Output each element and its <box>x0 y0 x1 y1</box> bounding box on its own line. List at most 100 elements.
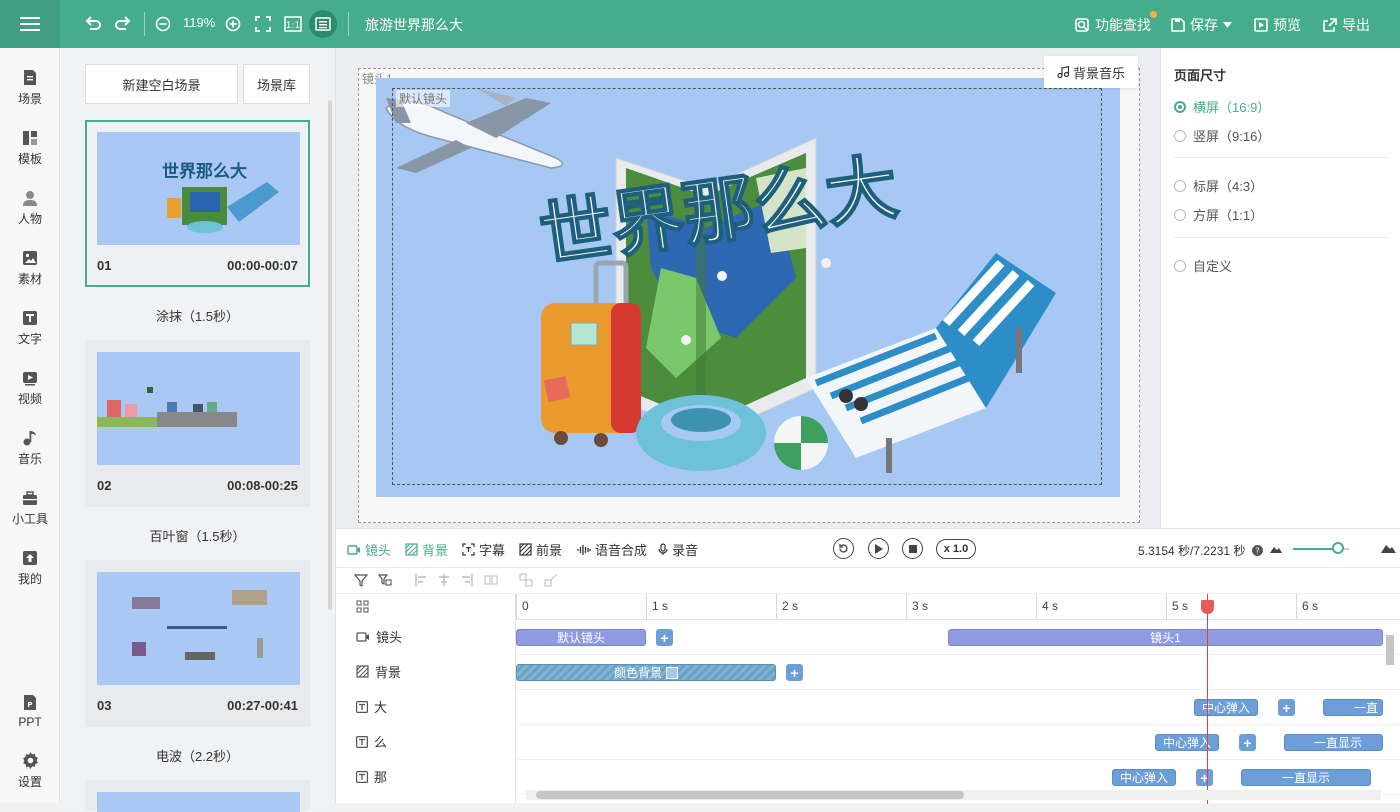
add-lens-button[interactable]: + <box>656 629 673 646</box>
export-button[interactable]: 导出 <box>1323 15 1370 35</box>
ruler-label: 6 s <box>1302 599 1319 613</box>
ungroup-icon[interactable] <box>544 573 558 587</box>
radio-square[interactable]: 方屏（1:1） <box>1174 205 1263 224</box>
ruler-label: 5 s <box>1172 599 1189 613</box>
svg-text:P: P <box>27 701 32 709</box>
add-animation-button[interactable]: + <box>1239 734 1256 751</box>
radio-label: 竖屏（9:16） <box>1193 129 1271 144</box>
nav-item-person[interactable]: 人物 <box>0 178 60 238</box>
nav-item-settings[interactable]: 设置 <box>0 741 60 801</box>
page-size-title: 页面尺寸 <box>1174 68 1227 83</box>
tab-record[interactable]: 录音 <box>658 540 698 559</box>
rewind-button[interactable] <box>833 538 854 559</box>
zoom-in-button[interactable] <box>221 12 245 36</box>
scene-transition[interactable]: 涂抹（1.5秒） <box>85 306 310 325</box>
scene-panel-scrollbar[interactable] <box>328 100 332 610</box>
align-left-icon[interactable] <box>414 573 428 587</box>
radio-landscape[interactable]: 横屏（16:9） <box>1174 97 1270 116</box>
actual-size-button[interactable]: 1:1 <box>281 12 305 36</box>
scene-card[interactable]: 03 00:27-00:41 <box>85 560 310 727</box>
filter-settings-icon[interactable] <box>378 573 392 587</box>
track-label-lens[interactable]: 镜头 <box>356 619 402 654</box>
scene-transition[interactable]: 电波（2.2秒） <box>85 746 310 765</box>
track-label-text-na[interactable]: 那 <box>356 759 387 794</box>
lens-clip-1[interactable]: 镜头1 <box>948 629 1383 646</box>
feature-search-button[interactable]: 功能查找 <box>1075 15 1151 35</box>
project-title[interactable]: 旅游世界那么大 <box>365 15 463 35</box>
tab-lens[interactable]: 镜头 <box>347 540 391 559</box>
tab-tts[interactable]: 语音合成 <box>577 540 647 559</box>
align-center-icon[interactable] <box>437 573 451 587</box>
text-clip-always-show[interactable]: 一直显示 <box>1284 734 1383 751</box>
scrollbar-thumb[interactable] <box>536 791 964 799</box>
safe-frame-button[interactable] <box>309 10 337 38</box>
group-icon[interactable] <box>519 573 533 587</box>
preview-button[interactable]: 预览 <box>1254 15 1301 35</box>
nav-item-video[interactable]: 视频 <box>0 358 60 418</box>
playhead-handle[interactable] <box>1201 600 1214 614</box>
nav-item-mine[interactable]: 我的 <box>0 538 60 598</box>
scene-transition[interactable]: 百叶窗（1.5秒） <box>85 526 310 545</box>
zoom-small-icon[interactable] <box>1270 543 1282 553</box>
nav-item-scene[interactable]: 场景 <box>0 58 60 118</box>
street-scene-thumbnail <box>97 387 237 427</box>
undo-button[interactable] <box>81 12 105 36</box>
nav-item-music[interactable]: 音乐 <box>0 418 60 478</box>
zoom-out-button[interactable] <box>151 12 175 36</box>
help-icon[interactable]: ? <box>1251 545 1263 556</box>
timeline-horizontal-scrollbar[interactable] <box>526 790 1381 800</box>
nav-item-template[interactable]: 模板 <box>0 118 60 178</box>
menu-button[interactable] <box>0 0 60 48</box>
tab-foreground[interactable]: 前景 <box>519 540 562 559</box>
track-label-background[interactable]: 背景 <box>356 654 401 689</box>
background-music-button[interactable]: 背景音乐 <box>1044 56 1138 88</box>
nav-item-toolbox[interactable]: 小工具 <box>0 478 60 538</box>
tab-background[interactable]: 背景 <box>405 540 448 559</box>
redo-button[interactable] <box>111 12 135 36</box>
lens-clip-default[interactable]: 默认镜头 <box>516 629 646 646</box>
text-clip-always-show[interactable]: 一直 <box>1323 699 1383 716</box>
scene-card[interactable]: 02 00:08-00:25 <box>85 340 310 507</box>
text-clip-always-show[interactable]: 一直显示 <box>1241 769 1371 786</box>
filter-icon[interactable] <box>354 573 368 587</box>
timeline-vertical-scrollbar[interactable] <box>1384 631 1396 781</box>
stop-button[interactable] <box>902 538 923 559</box>
text-clip-pop-in[interactable]: 中心弹入 <box>1112 769 1176 786</box>
nav-item-material[interactable]: 素材 <box>0 238 60 298</box>
default-lens-frame[interactable] <box>392 88 1102 485</box>
track-row-text-da: 中心弹入 + 一直 <box>516 690 1400 725</box>
track-label-text-me[interactable]: 么 <box>356 724 387 759</box>
add-background-button[interactable]: + <box>786 664 803 681</box>
scrollbar-thumb[interactable] <box>1386 635 1394 665</box>
nav-item-text[interactable]: 文字 <box>0 298 60 358</box>
scene-library-button[interactable]: 场景库 <box>243 64 310 104</box>
add-animation-button[interactable]: + <box>1278 699 1295 716</box>
text-clip-pop-in[interactable]: 中心弹入 <box>1155 734 1219 751</box>
radio-custom[interactable]: 自定义 <box>1174 256 1232 275</box>
playhead[interactable] <box>1207 594 1208 804</box>
distribute-icon[interactable] <box>484 573 498 587</box>
radio-standard[interactable]: 标屏（4:3） <box>1174 176 1263 195</box>
tab-subtitle[interactable]: 字幕 <box>462 540 505 559</box>
track-label-text-da[interactable]: 大 <box>356 689 387 724</box>
export-icon <box>1323 18 1337 32</box>
scene-card[interactable]: 世界那么大 01 00:00-00:07 <box>85 120 310 287</box>
radio-portrait[interactable]: 竖屏（9:16） <box>1174 126 1270 145</box>
timeline-zoom-knob[interactable] <box>1331 542 1344 554</box>
scene-card[interactable] <box>85 780 310 812</box>
play-button[interactable] <box>868 538 889 559</box>
time-ruler[interactable]: 0 1 s 2 s 3 s 4 s 5 s 6 s <box>516 594 1400 620</box>
save-button[interactable]: 保存 <box>1171 15 1232 35</box>
align-right-icon[interactable] <box>460 573 474 587</box>
new-blank-scene-button[interactable]: 新建空白场景 <box>85 64 238 104</box>
nav-item-ppt[interactable]: P PPT <box>0 681 60 741</box>
fullscreen-button[interactable] <box>251 12 275 36</box>
nav-label: 小工具 <box>11 511 48 526</box>
text-clip-pop-in[interactable]: 中心弹入 <box>1194 699 1258 716</box>
background-clip[interactable]: 颜色背景 <box>516 664 776 681</box>
zoom-large-icon[interactable] <box>1381 541 1396 553</box>
layout-icon[interactable] <box>356 600 369 613</box>
video-icon <box>23 371 37 385</box>
add-animation-button[interactable]: + <box>1196 769 1213 786</box>
speed-button[interactable]: x 1.0 <box>936 539 976 559</box>
